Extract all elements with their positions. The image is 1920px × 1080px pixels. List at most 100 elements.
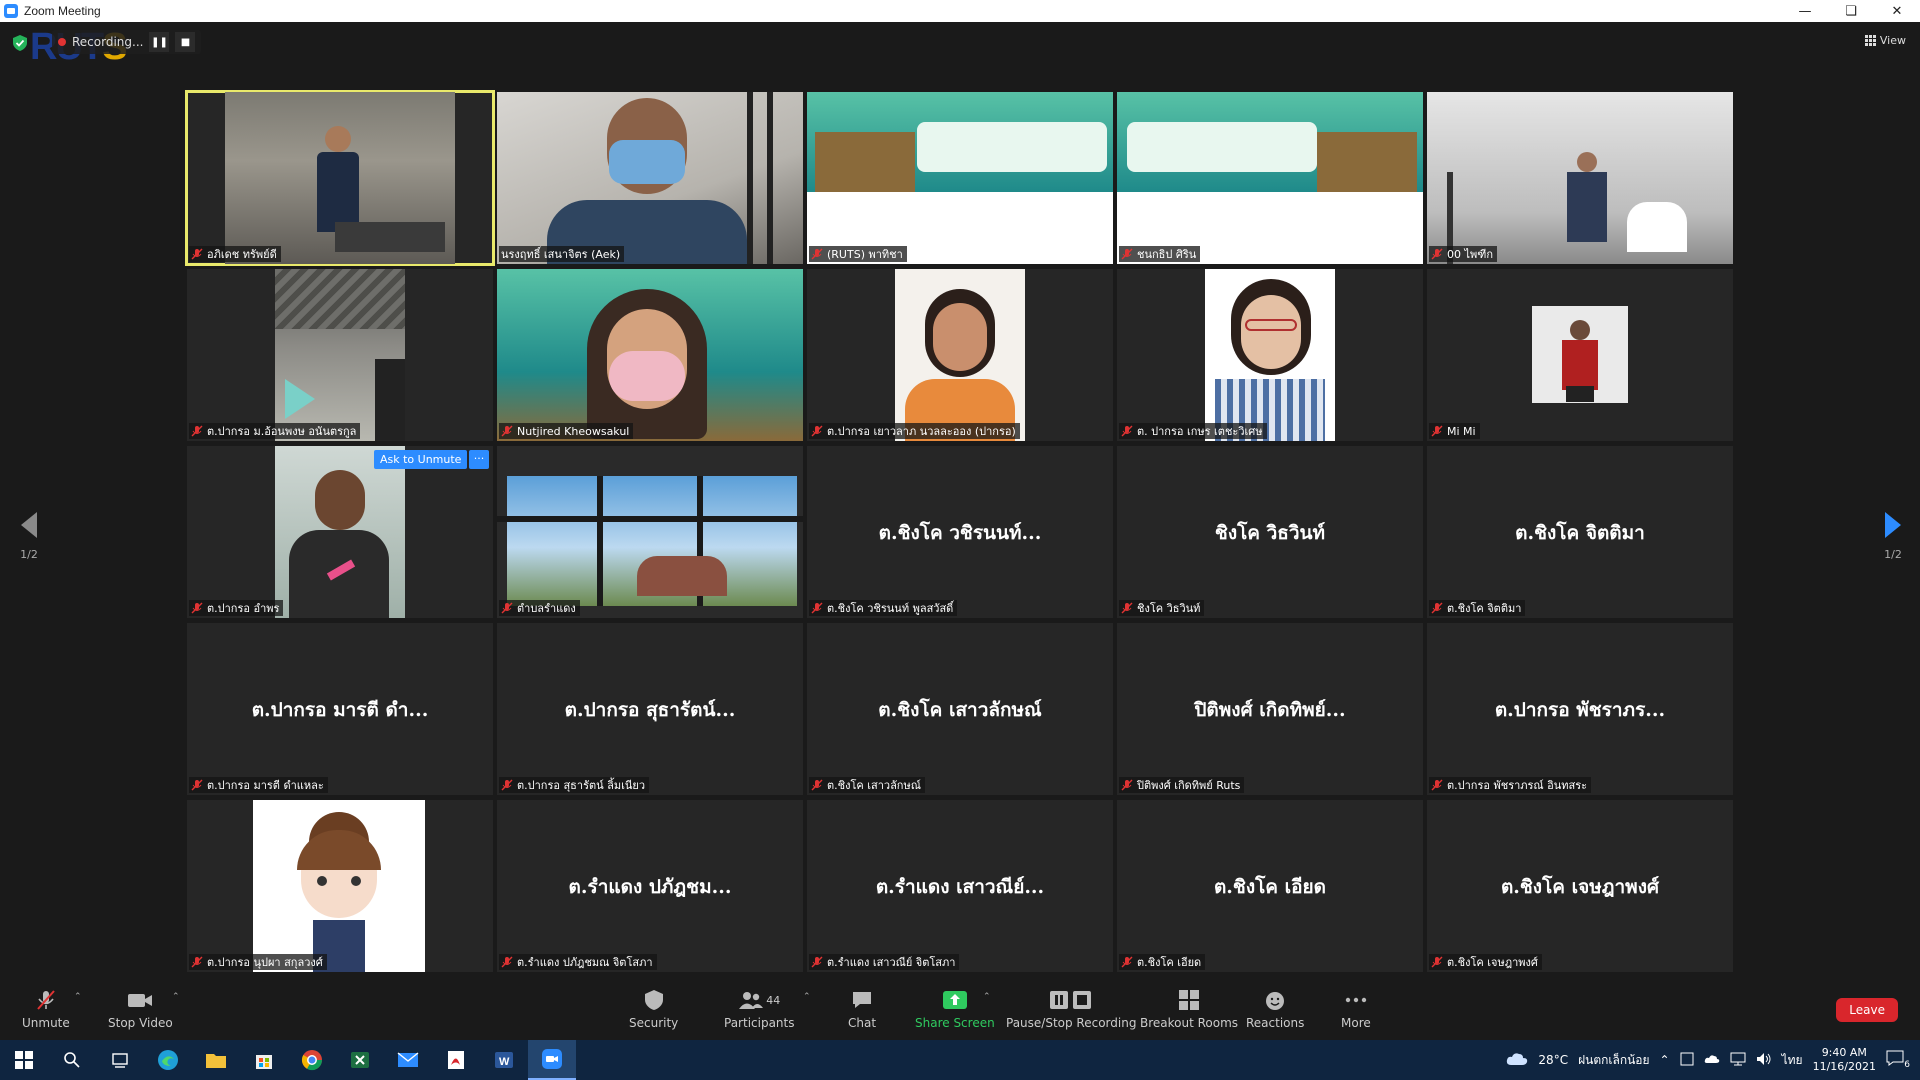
participant-tile[interactable]: ต.ปากรอ นุปผา สกุลวงศ์ bbox=[187, 800, 493, 972]
participant-tile[interactable]: ต.ชิงโค เสาวลักษณ์ ต.ชิงโค เสาวลักษณ์ bbox=[807, 623, 1113, 795]
muted-mic-icon bbox=[1121, 956, 1133, 968]
participant-tile[interactable]: นรงฤทธิ์ เสนาจิตร (Aek) bbox=[497, 92, 803, 264]
participant-video bbox=[253, 800, 425, 972]
tile-more-options-button[interactable]: ··· bbox=[469, 450, 489, 469]
participant-tile[interactable]: Ask to Unmute ··· ต.ปากรอ อำพร bbox=[187, 446, 493, 618]
show-hidden-icons-chevron-icon[interactable]: ⌃ bbox=[1660, 1053, 1670, 1067]
participant-tile[interactable]: ต.ปากรอ พัชราภร... ต.ปากรอ พัชราภรณ์ อิน… bbox=[1427, 623, 1733, 795]
restore-button[interactable]: ❏ bbox=[1828, 0, 1874, 22]
muted-mic-icon bbox=[1121, 602, 1133, 614]
zoom-taskbar-icon[interactable] bbox=[528, 1040, 576, 1080]
input-language[interactable]: ไทย bbox=[1782, 1051, 1803, 1070]
participant-display-name: ต.รำแดง เสาวณีย์... bbox=[875, 876, 1045, 898]
participant-name-label: ต.ปากรอ ม.อ้อนพงษ อนันตรกูล bbox=[189, 423, 361, 439]
participant-name: ต.ชิงโค จิตติมา bbox=[1447, 602, 1522, 615]
meeting-area: RUTS Recording... ❚❚ ■ View 1/2 1/2 อภิเ… bbox=[0, 22, 1920, 980]
participant-tile[interactable]: ต.รำแดง เสาวณีย์... ต.รำแดง เสาวณีย์ จิต… bbox=[807, 800, 1113, 972]
leave-button[interactable]: Leave bbox=[1836, 998, 1898, 1022]
participant-tile[interactable]: ตำบลรำแดง bbox=[497, 446, 803, 618]
search-icon[interactable] bbox=[48, 1040, 96, 1080]
participant-video bbox=[1205, 269, 1335, 441]
muted-mic-icon bbox=[811, 602, 823, 614]
participant-tile[interactable]: ชนกธิป ศิริน bbox=[1117, 92, 1423, 264]
participant-tile[interactable]: ต.ชิงโค จิตติมา ต.ชิงโค จิตติมา bbox=[1427, 446, 1733, 618]
participant-tile[interactable]: ต.ปากรอ มารตี ดำ... ต.ปากรอ มารตี ดำแหละ bbox=[187, 623, 493, 795]
clock[interactable]: 9:40 AM 11/16/2021 bbox=[1813, 1046, 1876, 1074]
start-button[interactable] bbox=[0, 1040, 48, 1080]
more-dots-icon bbox=[1345, 988, 1367, 1012]
participant-display-name: ชิงโค วิธวินท์ bbox=[1214, 522, 1326, 544]
pause-recording-button[interactable]: ❚❚ bbox=[149, 32, 170, 52]
encryption-shield-icon[interactable] bbox=[12, 34, 28, 52]
more-button[interactable]: More bbox=[1341, 988, 1371, 1030]
participants-icon: 44 bbox=[738, 988, 780, 1012]
participant-tile[interactable]: ต.ปากรอ ม.อ้อนพงษ อนันตรกูล bbox=[187, 269, 493, 441]
stop-video-label: Stop Video bbox=[108, 1016, 173, 1030]
notifications-button[interactable]: 6 bbox=[1886, 1050, 1910, 1070]
participant-display-name: ต.ชิงโค วชิรนนท์... bbox=[878, 522, 1042, 544]
participants-label: Participants bbox=[724, 1016, 795, 1030]
participant-tile[interactable]: Nutjired Kheowsakul bbox=[497, 269, 803, 441]
participant-name: ต.ปากรอ พัชราภรณ์ อินทสระ bbox=[1447, 779, 1588, 792]
store-icon[interactable] bbox=[240, 1040, 288, 1080]
participant-tile[interactable]: ต.ชิงโค เอียด ต.ชิงโค เอียด bbox=[1117, 800, 1423, 972]
tray-app-icon[interactable] bbox=[1680, 1052, 1694, 1069]
participant-tile[interactable]: ต.ปากรอ สุธารัตน์... ต.ปากรอ สุธารัตน์ ล… bbox=[497, 623, 803, 795]
previous-page-button[interactable]: 1/2 bbox=[14, 512, 44, 561]
network-icon[interactable] bbox=[1730, 1052, 1746, 1069]
participant-name: นรงฤทธิ์ เสนาจิตร (Aek) bbox=[501, 248, 621, 261]
share-options-caret-icon[interactable]: ⌃ bbox=[983, 992, 991, 1002]
file-explorer-icon[interactable] bbox=[192, 1040, 240, 1080]
participant-tile[interactable]: ต. ปากรอ เกษร เตชะวิเศษ bbox=[1117, 269, 1423, 441]
participant-tile[interactable]: ปิติพงศ์ เกิดทิพย์... ปิติพงศ์ เกิดทิพย์… bbox=[1117, 623, 1423, 795]
participants-button[interactable]: 44 Participants bbox=[724, 988, 795, 1030]
pause-stop-recording-button[interactable]: Pause/Stop Recording bbox=[1006, 988, 1136, 1030]
muted-mic-icon bbox=[191, 248, 203, 260]
participant-tile[interactable]: Mi Mi bbox=[1427, 269, 1733, 441]
reactions-button[interactable]: Reactions bbox=[1246, 988, 1304, 1030]
participants-options-caret-icon[interactable]: ⌃ bbox=[803, 992, 811, 1002]
participant-tile[interactable]: ต.ปากรอ เยาวลาภ นวลละออง (ปากรอ) bbox=[807, 269, 1113, 441]
participant-tile[interactable]: (RUTS) พาทิชา bbox=[807, 92, 1113, 264]
participant-tile[interactable]: ต.รำแดง ปภัฎชม... ต.รำแดง ปภัฎชมณ จิตโสภ… bbox=[497, 800, 803, 972]
clock-time: 9:40 AM bbox=[1821, 1046, 1867, 1059]
ask-to-unmute-button[interactable]: Ask to Unmute bbox=[374, 450, 468, 469]
participant-name-label: ต. ปากรอ เกษร เตชะวิเศษ bbox=[1119, 423, 1267, 439]
edge-browser-icon[interactable] bbox=[144, 1040, 192, 1080]
muted-microphone-icon bbox=[34, 988, 58, 1012]
participant-video bbox=[275, 269, 405, 441]
task-view-icon[interactable] bbox=[96, 1040, 144, 1080]
security-button[interactable]: Security bbox=[629, 988, 678, 1030]
next-page-button[interactable]: 1/2 bbox=[1878, 512, 1908, 561]
unmute-button[interactable]: Unmute bbox=[22, 988, 70, 1030]
participant-tile[interactable]: ต.ชิงโค วชิรนนท์... ต.ชิงโค วชิรนนท์ พูล… bbox=[807, 446, 1113, 618]
muted-mic-icon bbox=[191, 956, 203, 968]
stop-recording-button[interactable]: ■ bbox=[175, 32, 196, 52]
participant-tile[interactable]: อภิเดช ทรัพย์ดี bbox=[185, 90, 495, 266]
chrome-icon[interactable] bbox=[288, 1040, 336, 1080]
volume-icon[interactable] bbox=[1756, 1052, 1772, 1069]
word-icon[interactable]: W bbox=[480, 1040, 528, 1080]
breakout-rooms-button[interactable]: Breakout Rooms bbox=[1140, 988, 1238, 1030]
close-button[interactable]: ✕ bbox=[1874, 0, 1920, 22]
recording-indicator: Recording... ❚❚ ■ bbox=[52, 30, 202, 54]
video-options-caret-icon[interactable]: ⌃ bbox=[172, 992, 180, 1002]
stop-video-button[interactable]: Stop Video bbox=[108, 988, 173, 1030]
view-button[interactable]: View bbox=[1864, 34, 1906, 47]
participant-name-label: ต.ปากรอ สุธารัตน์ ลิ้มเนียว bbox=[499, 777, 650, 793]
excel-icon[interactable] bbox=[336, 1040, 384, 1080]
muted-mic-icon bbox=[501, 425, 513, 437]
audio-options-caret-icon[interactable]: ⌃ bbox=[74, 992, 82, 1002]
minimize-button[interactable]: — bbox=[1782, 0, 1828, 22]
acrobat-icon[interactable] bbox=[432, 1040, 480, 1080]
participant-name-label: ชนกธิป ศิริน bbox=[1119, 246, 1201, 262]
mail-icon[interactable] bbox=[384, 1040, 432, 1080]
participant-tile[interactable]: 00 ไพฑีก bbox=[1427, 92, 1733, 264]
participant-display-name: ต.ชิงโค จิตติมา bbox=[1515, 522, 1645, 544]
onedrive-cloud-icon[interactable] bbox=[1704, 1053, 1720, 1067]
participant-tile[interactable]: ต.ชิงโค เจษฎาพงศ์ ต.ชิงโค เจษฎาพงศ์ bbox=[1427, 800, 1733, 972]
participant-tile[interactable]: ชิงโค วิธวินท์ ชิงโค วิธวินท์ bbox=[1117, 446, 1423, 618]
shield-icon bbox=[644, 988, 664, 1012]
weather-cloud-icon[interactable] bbox=[1506, 1052, 1528, 1069]
chat-button[interactable]: Chat bbox=[848, 988, 876, 1030]
